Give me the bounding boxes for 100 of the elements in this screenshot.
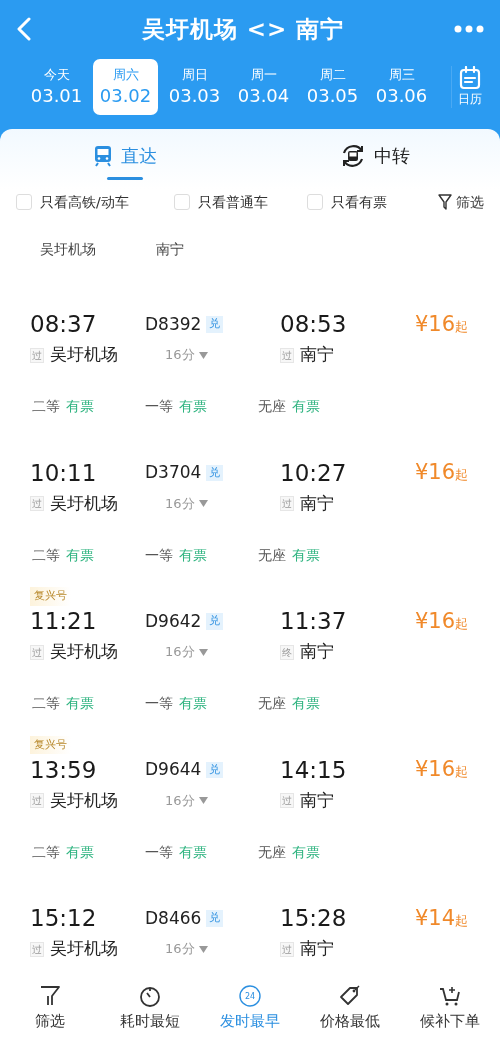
station-name: 吴圩机场 [50,788,118,812]
filter-checkbox[interactable]: 只看高铁/动车 [16,191,174,213]
arrival-time: 08:53 [280,310,348,340]
station-name: 吴圩机场 [50,640,118,664]
sort-button[interactable]: 候补下单 [400,983,500,1032]
seat-class: 无座 [258,843,286,860]
stop-tag: 过 [280,941,294,957]
stop-tag: 过 [30,941,44,957]
ticket-status: 有票 [66,843,94,860]
seat-class: 一等 [145,398,173,414]
seat-class: 二等 [32,695,60,711]
seat-class: 二等 [32,843,60,860]
stop-tag: 过 [280,793,294,808]
station-name: 吴圩机场 [50,937,118,961]
station-name: 南宁 [300,640,334,664]
exchange-badge: 兑 [206,910,224,927]
duration-toggle[interactable]: 16分 [145,492,280,515]
route-tab[interactable]: 直达 [0,140,250,180]
sort-button[interactable]: 筛选 [0,983,100,1032]
caret-icon [198,648,208,656]
date-tab[interactable]: 周三 03.06 [369,58,434,115]
station-name: 南宁 [300,937,334,961]
arrival-time: 11:37 [280,607,348,637]
ticket-status: 有票 [66,398,94,414]
filter-button[interactable]: 筛选 [438,191,484,213]
arrival-time: 10:27 [280,458,348,488]
ticket-status: 有票 [179,695,207,711]
tag-icon [338,983,362,1008]
station-name: 南宁 [300,343,334,367]
arrival-time: 14:15 [280,755,348,785]
train-number: D9644 [145,758,202,781]
sort-button[interactable]: 价格最低 [300,983,400,1032]
price-text: ¥16起 [414,756,468,783]
stop-tag: 过 [280,496,294,511]
calendar-button[interactable]: 日历 [451,65,488,108]
station-name: 吴圩机场 [50,491,118,515]
stop-tag: 过 [30,793,44,808]
stop-tag: 终 [280,644,294,660]
ticket-status: 有票 [66,546,94,563]
station-name: 南宁 [300,788,334,812]
transfer-icon [340,142,366,169]
filter-icon [38,983,62,1008]
ticket-status: 有票 [292,843,320,860]
ticket-status: 有票 [179,398,207,414]
station-name: 吴圩机场 [50,343,118,367]
date-tab[interactable]: 周六 03.02 [93,58,158,115]
duration-toggle[interactable]: 16分 [145,344,280,366]
price-text: ¥16起 [414,459,468,486]
filter-checkbox[interactable]: 只看有票 [307,191,417,213]
stop-tag: 过 [30,644,44,660]
ticket-status: 有票 [66,695,94,711]
seat-class: 一等 [145,546,173,563]
station-selector[interactable]: 南宁 [156,238,184,260]
train-number: D3704 [145,461,202,484]
stop-tag: 过 [280,347,294,363]
sort-button[interactable]: 耗时最短 [100,983,200,1032]
duration-toggle[interactable]: 16分 [145,641,280,663]
train-number: D8392 [145,312,202,336]
seat-class: 一等 [145,695,173,711]
seat-class: 二等 [32,546,60,563]
caret-icon [198,797,208,804]
stop-tag: 过 [30,347,44,363]
price-text: ¥16起 [414,310,468,338]
duration-toggle[interactable]: 16分 [145,789,280,812]
back-button[interactable] [16,17,32,42]
date-tab[interactable]: 周二 03.05 [300,58,365,115]
departure-time: 10:11 [30,458,98,488]
calendar-icon [459,65,481,90]
arrival-time: 15:28 [280,904,348,934]
ticket-status: 有票 [292,695,320,711]
train-number: D8466 [145,906,202,930]
icon-number: 24 [244,991,256,1001]
departure-time: 11:21 [30,607,98,637]
ticket-status: 有票 [179,843,207,860]
caret-icon [198,945,208,953]
exchange-badge: 兑 [206,761,224,778]
more-button[interactable] [454,25,484,34]
seat-class: 无座 [258,546,286,563]
exchange-badge: 兑 [206,316,224,333]
date-tab[interactable]: 周一 03.04 [231,58,296,115]
departure-time: 13:59 [30,755,98,785]
station-selector[interactable]: 吴圩机场 [40,238,96,260]
departure-time: 08:37 [30,310,98,340]
exchange-badge: 兑 [206,464,224,481]
stop-tag: 过 [30,496,44,511]
caret-icon [198,351,208,359]
seat-class: 无座 [258,695,286,711]
price-text: ¥16起 [414,607,468,635]
ticket-status: 有票 [179,546,207,563]
route-tab[interactable]: 中转 [250,140,500,180]
date-tab[interactable]: 周日 03.03 [162,58,227,115]
seat-class: 二等 [32,398,60,414]
route-title: 吴圩机场 <> 南宁 [141,15,345,44]
ticket-status: 有票 [292,398,320,414]
duration-toggle[interactable]: 16分 [145,938,280,960]
sort-button[interactable]: 24 发时最早 [200,983,300,1032]
seat-class: 无座 [258,398,286,414]
caret-icon [198,500,208,507]
filter-checkbox[interactable]: 只看普通车 [174,191,307,213]
date-tab[interactable]: 今天 03.01 [24,58,89,115]
